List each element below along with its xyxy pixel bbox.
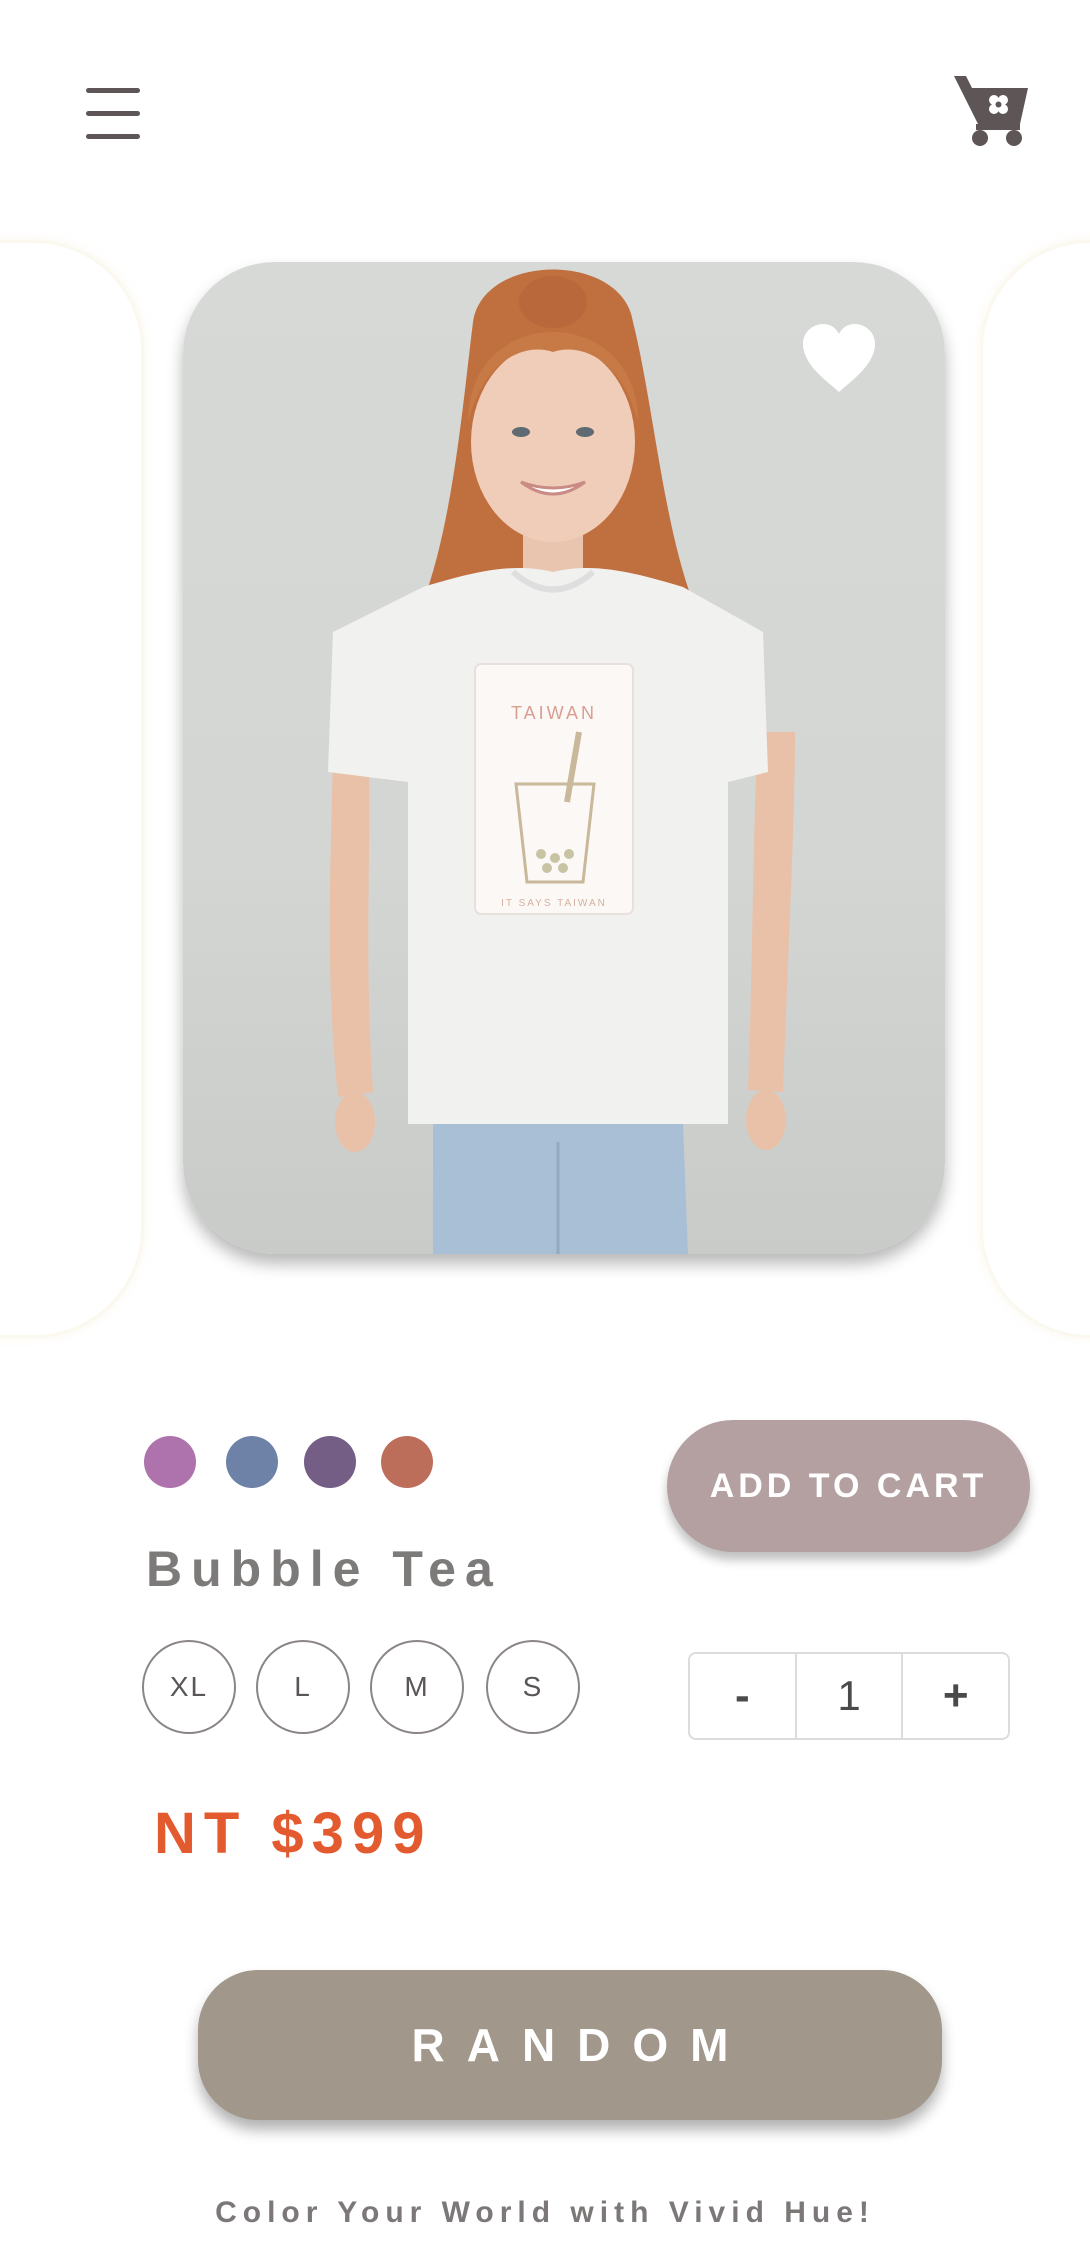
product-name: Bubble Tea xyxy=(146,1541,502,1597)
carousel-card-previous[interactable] xyxy=(0,240,144,1338)
size-option-xl[interactable]: XL xyxy=(142,1640,236,1734)
product-photo: TAIWAN IT SAYS TAIWAN xyxy=(328,269,795,1254)
carousel-card-next[interactable] xyxy=(980,240,1090,1338)
quantity-stepper: - 1 + xyxy=(688,1652,1010,1740)
increase-quantity-button[interactable]: + xyxy=(901,1654,1008,1738)
shirt-print-footer: IT SAYS TAIWAN xyxy=(501,898,607,909)
color-swatch-blue[interactable] xyxy=(226,1436,278,1488)
shirt-print-title: TAIWAN xyxy=(511,703,597,723)
add-to-cart-button[interactable]: ADD TO CART xyxy=(667,1420,1030,1552)
tagline: Color Your World with Vivid Hue! xyxy=(215,2196,875,2229)
shopping-cart-icon[interactable] xyxy=(950,70,1032,152)
product-price: NT $399 xyxy=(154,1801,433,1866)
product-image-card: TAIWAN IT SAYS TAIWAN xyxy=(183,262,945,1254)
hamburger-menu-icon[interactable] xyxy=(84,84,144,144)
color-swatch-purple[interactable] xyxy=(144,1436,196,1488)
menu-line xyxy=(86,111,140,116)
random-button[interactable]: RANDOM xyxy=(198,1970,942,2120)
color-swatch-terracotta[interactable] xyxy=(381,1436,433,1488)
color-swatch-violet[interactable] xyxy=(304,1436,356,1488)
menu-line xyxy=(86,134,140,139)
menu-line xyxy=(86,88,140,93)
product-page: TAIWAN IT SAYS TAIWAN ADD TO CART Bubble… xyxy=(0,0,1090,2264)
size-option-l[interactable]: L xyxy=(256,1640,350,1734)
size-option-m[interactable]: M xyxy=(370,1640,464,1734)
quantity-value[interactable]: 1 xyxy=(794,1654,902,1738)
decrease-quantity-button[interactable]: - xyxy=(690,1654,795,1738)
size-option-s[interactable]: S xyxy=(486,1640,580,1734)
favorite-heart-icon[interactable] xyxy=(801,324,877,394)
